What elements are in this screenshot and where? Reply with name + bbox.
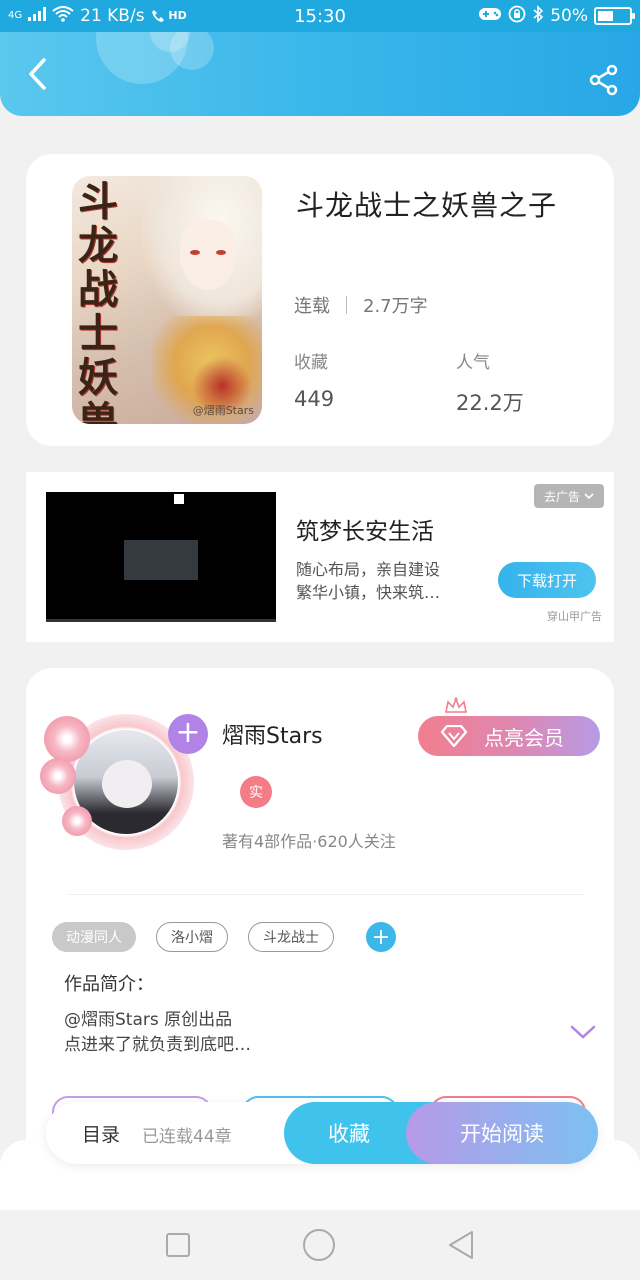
serial-status: 连载 xyxy=(294,296,330,317)
system-nav-bar xyxy=(0,1210,640,1280)
ad-source-label: 穿山甲广告 xyxy=(547,610,602,623)
popularity-label: 人气 xyxy=(456,353,490,373)
reading-action-bar: 目录 已连载44章 收藏 开始阅读 xyxy=(46,1102,598,1164)
favorites-label: 收藏 xyxy=(294,353,328,373)
share-button[interactable] xyxy=(588,64,620,96)
author-name[interactable]: 熠雨Stars xyxy=(222,718,323,750)
tag-item[interactable]: 洛小熠 xyxy=(156,922,228,952)
wifi-icon xyxy=(52,5,74,27)
meta-divider xyxy=(346,296,347,314)
book-title: 斗龙战士之妖兽之子 xyxy=(296,189,558,222)
table-of-contents-button[interactable]: 目录 xyxy=(82,1120,120,1147)
flower-decor xyxy=(40,758,76,794)
status-bar: 4G 21 KB/s HD 15:30 50% xyxy=(0,0,640,32)
ad-logo-icon xyxy=(174,494,184,504)
battery-level xyxy=(598,11,613,21)
tag-item[interactable]: 动漫同人 xyxy=(52,922,136,952)
add-tag-button[interactable]: + xyxy=(366,922,396,952)
tag-item[interactable]: 斗龙战士 xyxy=(248,922,334,952)
intro-text: @熠雨Stars 原创出品 点进来了就负责到底吧… xyxy=(64,1010,251,1055)
verified-badge: 实 xyxy=(240,776,272,808)
ad-video-thumbnail[interactable] xyxy=(46,492,276,622)
book-cover[interactable]: 斗龙战士妖兽之子 @熠雨Stars xyxy=(72,176,262,424)
vip-button-label: 点亮会员 xyxy=(484,725,564,750)
popularity-stat: 人气 22.2万 xyxy=(456,348,524,417)
video-progress-bar xyxy=(46,619,276,622)
share-icon xyxy=(589,64,618,96)
ad-banner[interactable]: 去广告 筑梦长安生活 随心布局，亲自建设 繁华小镇，快来筑… 下载打开 穿山甲广… xyxy=(26,472,614,642)
book-info-card: 斗龙战士妖兽之子 @熠雨Stars 斗龙战士之妖兽之子 连载 2.7万字 收藏 … xyxy=(26,154,614,446)
network-speed: 21 KB/s xyxy=(80,6,145,26)
lock-rotation-icon xyxy=(508,5,526,28)
chevron-down-icon xyxy=(584,493,594,500)
bluetooth-icon xyxy=(532,4,544,28)
battery-icon xyxy=(594,7,635,25)
network-type: 4G xyxy=(8,10,23,21)
tag-list: 动漫同人 洛小熠 斗龙战士 + xyxy=(52,922,396,952)
cover-title: 斗龙战士妖兽之子 xyxy=(78,178,118,425)
diamond-icon xyxy=(440,725,468,747)
app-screen: 4G 21 KB/s HD 15:30 50% 斗龙战士妖兽 @熠雨Stars … xyxy=(0,0,640,1280)
signal-icon xyxy=(28,6,47,26)
book-meta: 连载 2.7万字 xyxy=(294,292,428,318)
battery-percent: 50% xyxy=(550,6,588,26)
home-icon[interactable] xyxy=(302,1228,336,1262)
chapter-count: 已连载44章 xyxy=(142,1127,232,1147)
remove-ad-button[interactable]: 去广告 xyxy=(533,484,604,508)
flower-decor xyxy=(44,716,90,762)
ad-description: 随心布局，亲自建设 繁华小镇，快来筑… xyxy=(296,560,441,602)
follow-author-button[interactable]: + xyxy=(168,714,208,754)
author-stats: 著有4部作品·620人关注 xyxy=(222,832,396,851)
recent-apps-icon[interactable] xyxy=(165,1232,191,1258)
gamepad-icon xyxy=(478,6,502,27)
hd-call-icon: HD xyxy=(151,9,187,23)
popularity-value: 22.2万 xyxy=(456,391,524,415)
intro-label: 作品简介： xyxy=(64,974,154,995)
back-nav-icon[interactable] xyxy=(447,1230,475,1260)
section-divider xyxy=(68,894,584,895)
expand-chevron-icon[interactable] xyxy=(570,1024,596,1040)
flower-decor xyxy=(62,806,92,836)
top-header xyxy=(0,32,640,116)
crown-icon xyxy=(445,696,467,713)
ad-download-button[interactable]: 下载打开 xyxy=(498,562,596,598)
start-reading-button[interactable]: 开始阅读 xyxy=(406,1102,598,1164)
favorites-value: 449 xyxy=(294,387,335,411)
vip-membership-button[interactable]: 点亮会员 xyxy=(418,716,600,756)
back-arrow-icon xyxy=(29,58,46,90)
favorites-stat: 收藏 449 xyxy=(294,348,334,411)
cover-watermark: @熠雨Stars xyxy=(192,404,254,417)
back-button[interactable] xyxy=(22,56,52,92)
remove-ad-label: 去广告 xyxy=(543,489,580,504)
ad-title: 筑梦长安生活 xyxy=(296,519,434,545)
word-count: 2.7万字 xyxy=(363,296,428,317)
